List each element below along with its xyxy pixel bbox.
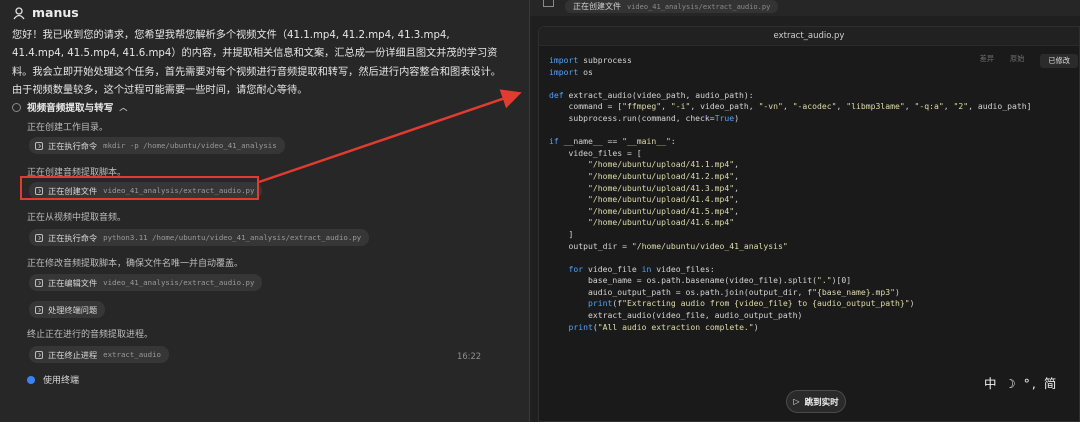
step-action-pill[interactable]: 正在编辑文件 video_41_analysis/extract_audio.p… <box>29 274 263 291</box>
editor-filename: extract_audio.py <box>539 27 1079 46</box>
action-label: 正在执行命令 <box>48 232 98 243</box>
annotation-arrow <box>258 89 522 184</box>
ime-status: 中 ☽ °, 简 <box>984 376 1059 391</box>
current-action-pill: 正在创建文件 video_41_analysis/extract_audio.p… <box>565 0 779 13</box>
terminal-label: 使用终端 <box>43 376 80 386</box>
active-status-icon <box>27 375 35 384</box>
app-logo: manus <box>12 5 79 20</box>
terminal-icon <box>543 0 554 7</box>
play-icon: ▷ <box>793 397 800 406</box>
ime-toolbar[interactable]: 中 ☽ °, 简 <box>984 373 1058 392</box>
action-label: 正在执行命令 <box>48 140 98 151</box>
action-arg: video_41_analysis/extract_audio.py <box>627 2 771 11</box>
annotation-highlight-box <box>20 176 259 200</box>
step-action-pill[interactable]: 正在执行命令 python3.11 /home/ubuntu/video_41_… <box>29 229 370 246</box>
code-content[interactable]: import subprocess import os def extract_… <box>549 55 1032 333</box>
tab-original[interactable]: 原始 <box>1010 54 1024 68</box>
action-arg: video_41_analysis/extract_audio.py <box>103 278 255 287</box>
task-section-header[interactable]: 视频音频提取与转写 ︿ <box>12 100 127 114</box>
step-text: 正在创建工作目录。 <box>27 123 109 133</box>
status-circle-icon <box>12 102 21 112</box>
chevron-up-icon[interactable]: ︿ <box>119 102 127 113</box>
action-label: 处理终端问题 <box>48 304 98 315</box>
step-action-pill[interactable]: 处理终端问题 <box>29 301 106 318</box>
terminal-icon <box>35 305 43 314</box>
tab-modified[interactable]: 已修改 <box>1040 54 1078 68</box>
code-editor[interactable]: extract_audio.py import subprocess impor… <box>538 26 1080 422</box>
action-label: 正在终止进程 <box>48 349 98 360</box>
action-label: 正在创建文件 <box>573 2 621 11</box>
step-text: 正在从视频中提取音频。 <box>27 213 127 223</box>
terminal-icon <box>35 141 43 150</box>
jump-label: 跳到实时 <box>804 397 839 408</box>
action-arg: python3.11 /home/ubuntu/video_41_analysi… <box>103 233 362 242</box>
action-arg: extract_audio <box>103 350 161 359</box>
step-action-pill[interactable]: 正在终止进程 extract_audio <box>29 346 169 363</box>
manus-logo-icon <box>13 6 25 19</box>
terminal-icon <box>35 350 43 359</box>
step-text: 正在修改音频提取脚本，确保文件名唯一并自动覆盖。 <box>27 259 244 269</box>
app-name: manus <box>32 5 79 20</box>
chat-panel: manus 您好！我已收到您的请求，您希望我帮您解析多个视频文件（41.1.mp… <box>0 0 529 422</box>
terminal-icon <box>35 233 43 242</box>
use-terminal-status[interactable]: 使用终端 <box>27 373 79 386</box>
tab-diff[interactable]: 差异 <box>980 54 994 68</box>
view-mode-tabs: 差异 原始 已修改 <box>980 54 1078 68</box>
step-text: 终止正在进行的音频提取进程。 <box>27 330 154 340</box>
action-arg: mkdir -p /home/ubuntu/video_41_analysis <box>103 141 277 150</box>
step-action-pill[interactable]: 正在执行命令 mkdir -p /home/ubuntu/video_41_an… <box>29 137 285 154</box>
message-timestamp: 16:22 <box>457 351 482 361</box>
action-label: 正在编辑文件 <box>48 277 98 288</box>
jump-to-live-button[interactable]: ▷ 跳到实时 <box>786 390 846 413</box>
section-title: 视频音频提取与转写 <box>27 103 114 114</box>
edit-file-icon <box>35 278 43 287</box>
